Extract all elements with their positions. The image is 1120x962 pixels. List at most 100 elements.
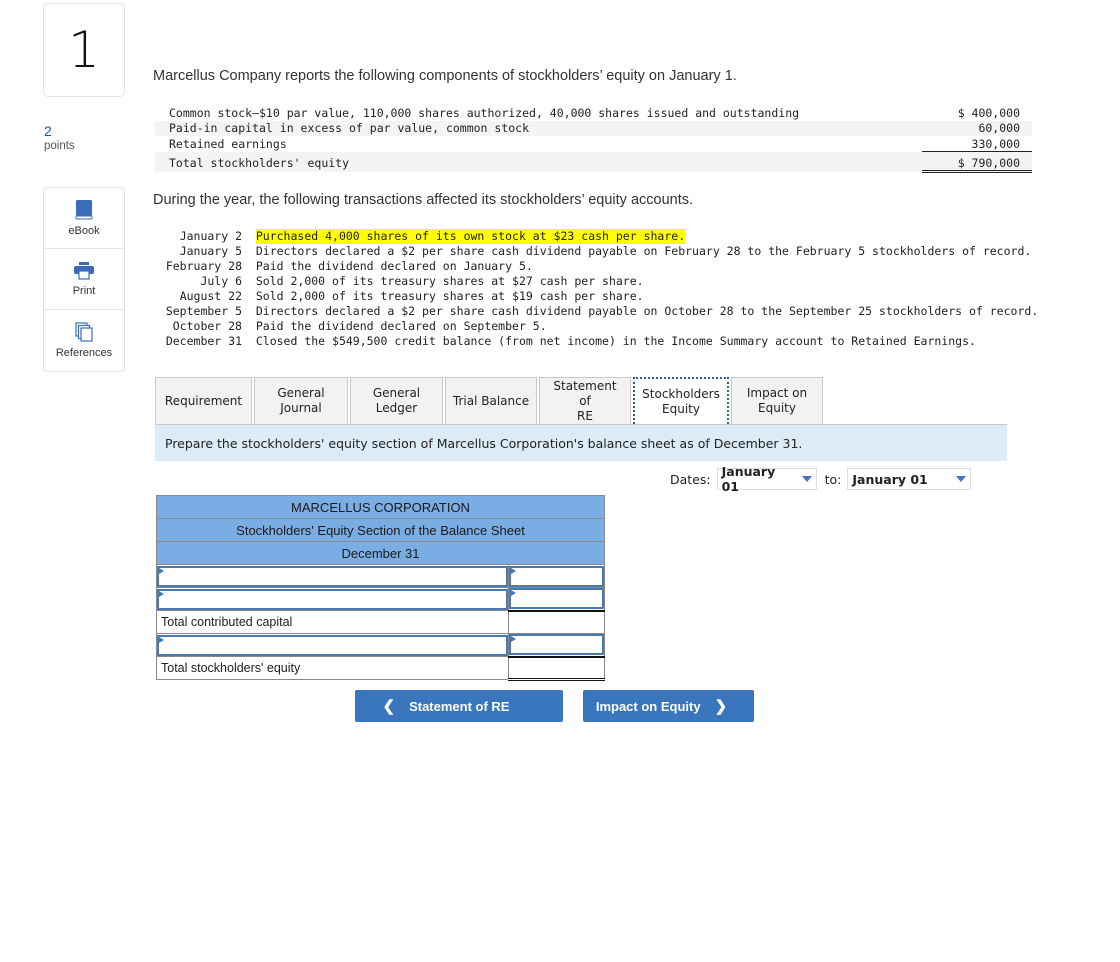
- equity-worksheet: MARCELLUS CORPORATION Stockholders' Equi…: [156, 495, 605, 681]
- row1-label-cell: [156, 564, 509, 588]
- chevron-right-icon: ❯: [714, 698, 728, 715]
- dates-to-label: to:: [824, 471, 842, 487]
- tab-label: Stockholders Equity: [642, 386, 720, 416]
- points-value: 2: [44, 123, 52, 139]
- copy-documents-icon: [75, 322, 93, 342]
- intro-text: Marcellus Company reports the following …: [153, 68, 737, 84]
- transaction-row: July 6 Sold 2,000 of its treasury shares…: [153, 274, 1038, 289]
- book-icon: [75, 199, 93, 219]
- transaction-date: October 28: [172, 319, 242, 333]
- prev-statement-of-re-button[interactable]: ❮ Statement of RE: [355, 690, 563, 722]
- transaction-date: January 5: [179, 244, 242, 258]
- transaction-text: Paid the dividend declared on January 5.: [255, 259, 533, 273]
- total-contributed-capital-value[interactable]: [508, 609, 605, 634]
- worksheet-date: December 31: [156, 541, 605, 565]
- row2-value-cell: [508, 587, 605, 611]
- transaction-text: Sold 2,000 of its treasury shares at $19…: [255, 289, 644, 303]
- tab-requirement[interactable]: Requirement: [155, 377, 252, 424]
- instruction-banner: Prepare the stockholders' equity section…: [155, 424, 1007, 461]
- date-range: Dates: January 01 to: January 01: [670, 464, 972, 494]
- tab-label: Trial Balance: [452, 393, 530, 408]
- tab-label: Impact on Equity: [746, 386, 808, 415]
- equity-row-retained-earnings: Retained earnings 330,000: [155, 136, 1032, 152]
- tab-trial-balance[interactable]: Trial Balance: [445, 377, 537, 424]
- equity-label: Common stock—$10 par value, 110,000 shar…: [169, 105, 800, 120]
- chevron-down-icon: [956, 476, 967, 482]
- row3-value-cell: [508, 633, 605, 657]
- transaction-text: Directors declared a $2 per share cash d…: [255, 244, 1032, 258]
- equity-amount: 60,000: [922, 120, 1032, 136]
- equity-amount: 330,000: [922, 136, 1032, 152]
- total-contributed-capital-label: Total contributed capital: [156, 610, 509, 634]
- references-button[interactable]: References: [44, 310, 124, 371]
- equity-row-total: Total stockholders' equity $ 790,000: [155, 151, 1032, 173]
- tab-impact-on-equity[interactable]: Impact on Equity: [731, 377, 823, 424]
- tab-statement-of-re[interactable]: Statement of RE: [539, 377, 631, 424]
- equity-label: Total stockholders' equity: [155, 151, 922, 172]
- row3-label-cell: [156, 633, 509, 657]
- transaction-date: August 22: [179, 289, 242, 303]
- worksheet-company: MARCELLUS CORPORATION: [156, 495, 605, 519]
- transaction-date: January 2: [179, 229, 242, 243]
- during-text: During the year, the following transacti…: [153, 192, 694, 208]
- printer-icon: [74, 261, 94, 280]
- tab-general-journal[interactable]: General Journal: [254, 377, 348, 424]
- next-impact-on-equity-button[interactable]: Impact on Equity ❯: [583, 690, 754, 722]
- points-display: 2 points: [44, 124, 75, 154]
- transaction-row: October 28 Paid the dividend declared on…: [153, 319, 1038, 334]
- next-button-label: Impact on Equity: [595, 698, 701, 714]
- date-from-select[interactable]: January 01: [716, 464, 817, 494]
- transaction-row: September 5 Directors declared a $2 per …: [153, 304, 1038, 319]
- transaction-row: January 5 Directors declared a $2 per sh…: [153, 244, 1038, 259]
- tab-label: General Journal: [277, 386, 325, 415]
- row3-value-input[interactable]: [509, 634, 604, 656]
- tools-panel: eBook Print References: [43, 187, 125, 372]
- equity-row-common-stock: Common stock—$10 par value, 110,000 shar…: [155, 105, 1032, 121]
- dates-label: Dates:: [670, 471, 711, 487]
- transaction-row: December 31 Closed the $549,500 credit b…: [153, 334, 1038, 349]
- tab-label: Requirement: [164, 393, 243, 408]
- transaction-row: January 2 Purchased 4,000 shares of its …: [153, 229, 1038, 244]
- ebook-label: eBook: [68, 224, 100, 237]
- row2-label-cell: [156, 587, 509, 611]
- equity-row-paid-in-capital: Paid-in capital in excess of par value, …: [155, 120, 1032, 136]
- tab-general-ledger[interactable]: General Ledger: [350, 377, 443, 424]
- transaction-date: September 5: [165, 304, 242, 318]
- transaction-text: Closed the $549,500 credit balance (from…: [255, 334, 976, 348]
- row3-label-input[interactable]: [157, 634, 508, 656]
- equity-amount: $ 790,000: [922, 151, 1032, 173]
- equity-label: Paid-in capital in excess of par value, …: [155, 120, 922, 136]
- transaction-date: February 28: [165, 259, 242, 273]
- chevron-left-icon: ❮: [382, 698, 396, 715]
- chevron-down-icon: [801, 476, 812, 482]
- references-label: References: [55, 347, 113, 359]
- tab-label: General Ledger: [372, 386, 421, 415]
- tab-label: Statement of RE: [553, 378, 617, 423]
- transaction-row: August 22 Sold 2,000 of its treasury sha…: [153, 289, 1038, 304]
- transactions-list: January 2 Purchased 4,000 shares of its …: [153, 229, 1038, 349]
- date-to-select[interactable]: January 01: [847, 468, 972, 490]
- row1-value-cell: [508, 564, 605, 588]
- equity-label: Retained earnings: [169, 136, 287, 151]
- print-button[interactable]: Print: [44, 249, 124, 310]
- total-stockholders-equity-label: Total stockholders' equity: [156, 656, 509, 680]
- worksheet-subtitle: Stockholders' Equity Section of the Bala…: [156, 518, 605, 542]
- transaction-text-highlighted: Purchased 4,000 shares of its own stock …: [255, 229, 686, 244]
- equity-components-table: Common stock—$10 par value, 110,000 shar…: [155, 105, 1032, 173]
- total-stockholders-equity-value[interactable]: [508, 655, 605, 681]
- row1-label-input[interactable]: [157, 565, 508, 587]
- transaction-date: December 31: [165, 334, 242, 348]
- prev-button-label: Statement of RE: [409, 698, 510, 714]
- question-number: 1: [43, 3, 125, 97]
- transaction-text: Directors declared a $2 per share cash d…: [255, 304, 1039, 318]
- requirement-tabs: Requirement General Journal General Ledger…: [155, 377, 825, 424]
- ebook-button[interactable]: eBook: [44, 188, 124, 249]
- tab-stockholders-equity[interactable]: Stockholders Equity: [633, 377, 729, 424]
- row2-label-input[interactable]: [157, 588, 508, 610]
- row1-value-input[interactable]: [509, 565, 604, 587]
- transaction-text: Sold 2,000 of its treasury shares at $27…: [255, 274, 644, 288]
- points-label: points: [44, 140, 75, 152]
- date-to-value: January 01: [852, 471, 928, 487]
- transaction-date: July 6: [200, 274, 242, 288]
- row2-value-input[interactable]: [509, 588, 604, 610]
